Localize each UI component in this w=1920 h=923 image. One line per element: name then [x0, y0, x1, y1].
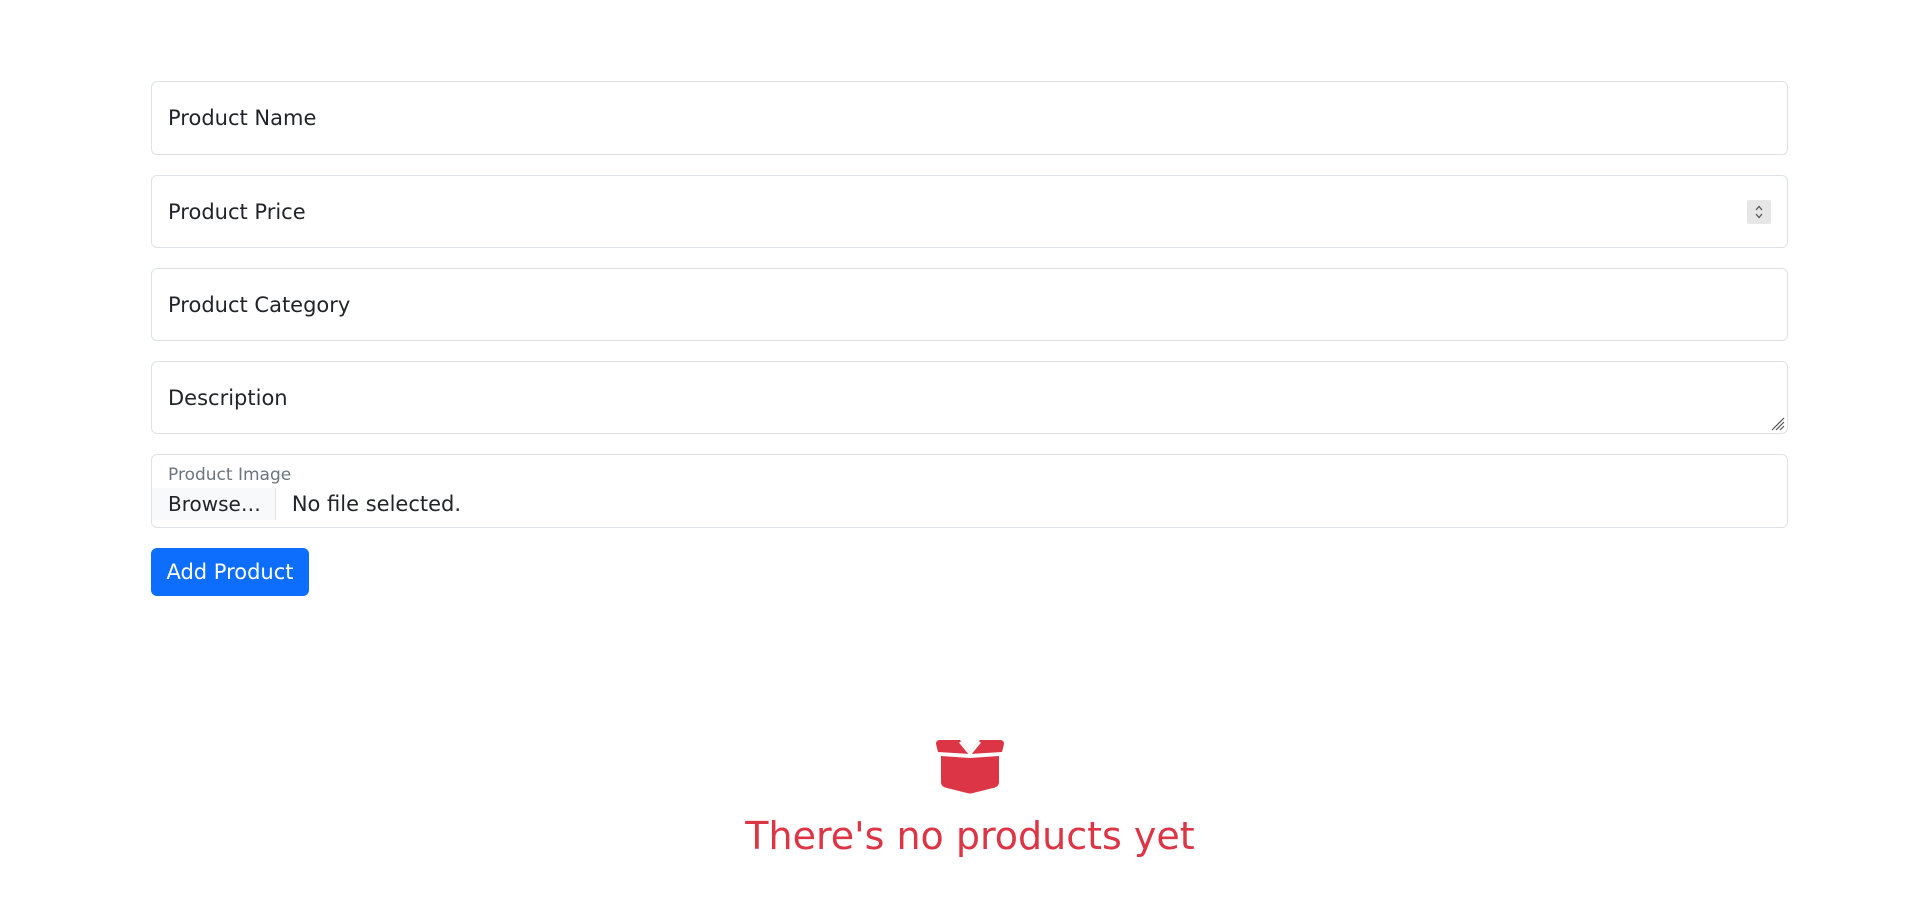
file-status: No file selected. — [291, 492, 462, 516]
product-name-placeholder: Product Name — [168, 106, 317, 130]
empty-message: There's no products yet — [745, 814, 1195, 858]
product-image-field: Product Image Browse… No file selected. — [151, 454, 1788, 528]
description-placeholder: Description — [168, 385, 288, 410]
description-textarea[interactable]: Description — [151, 361, 1788, 434]
empty-state: There's no products yet — [0, 738, 1920, 858]
product-name-input[interactable]: Product Name — [151, 81, 1788, 155]
product-price-input[interactable]: Product Price — [151, 175, 1788, 248]
open-box-icon — [936, 740, 1004, 794]
browse-button[interactable]: Browse… — [152, 488, 276, 520]
product-category-placeholder: Product Category — [168, 292, 351, 317]
product-image-label: Product Image — [168, 465, 292, 485]
stepper-arrows-icon — [1755, 205, 1763, 219]
product-category-input[interactable]: Product Category — [151, 268, 1788, 341]
file-input[interactable]: Browse… No file selected. — [152, 488, 1787, 520]
product-form: Product Name Product Price Product Categ… — [151, 81, 1788, 596]
resize-grip-icon[interactable] — [1769, 415, 1785, 431]
product-price-placeholder: Product Price — [168, 199, 306, 224]
add-product-button[interactable]: Add Product — [151, 548, 309, 596]
price-stepper[interactable] — [1747, 200, 1771, 224]
